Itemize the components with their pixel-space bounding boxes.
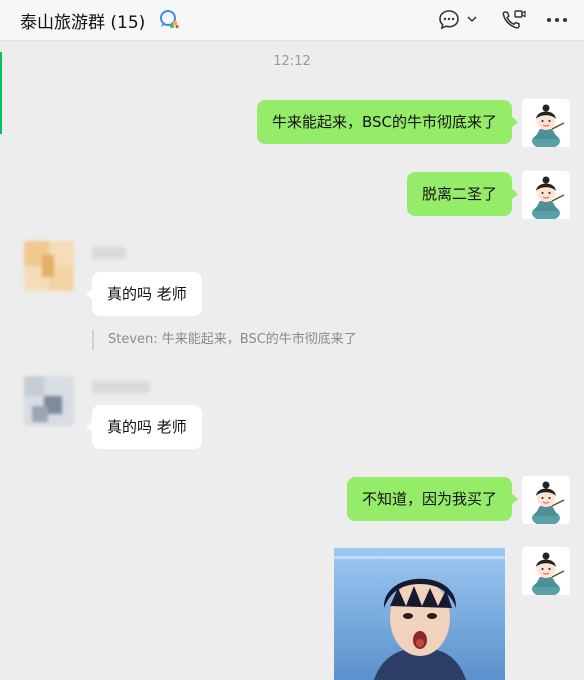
cartoon-avatar-icon — [522, 476, 570, 524]
phone-video-icon[interactable] — [500, 8, 526, 32]
outgoing-message[interactable]: 不知道，因为我买了 — [346, 477, 519, 521]
incoming-message[interactable]: 真的吗 老师 — [86, 405, 202, 449]
cartoon-avatar-icon — [522, 547, 570, 595]
blurred-avatar-icon — [24, 241, 74, 291]
outgoing-message[interactable]: 牛来能起来，BSC的牛市彻底来了 — [256, 100, 519, 144]
my-avatar[interactable] — [522, 476, 570, 524]
image-message[interactable] — [334, 548, 505, 680]
chat-title[interactable]: 泰山旅游群 (15) — [20, 8, 145, 33]
surprised-face-image — [334, 548, 505, 680]
chat-bubble-icon[interactable] — [437, 8, 461, 32]
cartoon-avatar-icon — [522, 99, 570, 147]
group-chat-icon[interactable] — [158, 9, 180, 29]
message-timestamp: 12:12 — [273, 54, 311, 69]
quoted-message[interactable]: Steven: 牛来能起来，BSC的牛市彻底来了 — [92, 330, 357, 350]
sender-name-redacted — [92, 247, 126, 259]
my-avatar[interactable] — [522, 99, 570, 147]
sender-avatar[interactable] — [24, 241, 74, 291]
my-avatar[interactable] — [522, 171, 570, 219]
more-icon[interactable] — [546, 10, 568, 30]
chat-header: 泰山旅游群 (15) — [0, 0, 584, 41]
blurred-avatar-icon — [24, 376, 74, 426]
incoming-message[interactable]: 真的吗 老师 — [86, 272, 202, 316]
outgoing-message[interactable]: 脱离二圣了 — [406, 172, 519, 216]
cartoon-avatar-icon — [522, 171, 570, 219]
sender-avatar[interactable] — [24, 376, 74, 426]
sender-name-redacted — [92, 381, 150, 393]
chevron-down-icon[interactable] — [466, 13, 478, 25]
my-avatar[interactable] — [522, 547, 570, 595]
